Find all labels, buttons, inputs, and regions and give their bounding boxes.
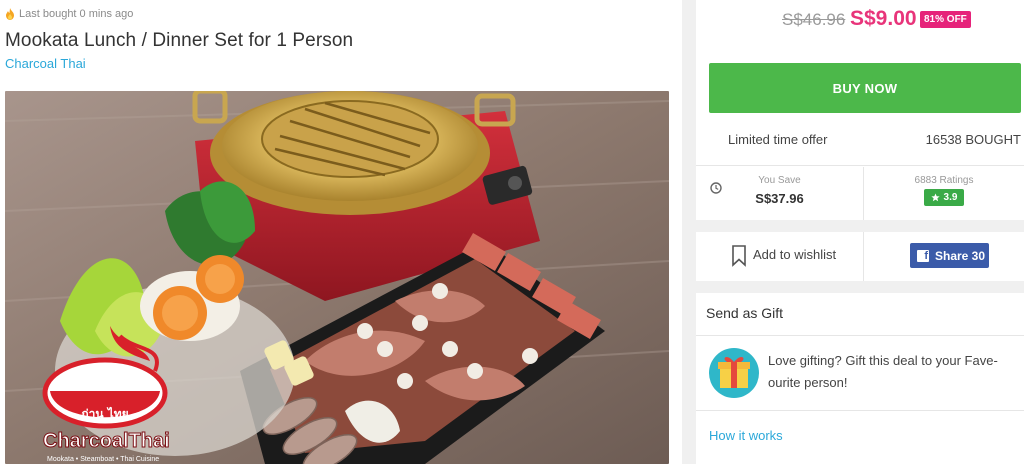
rating-badge[interactable]: 3.9 bbox=[923, 189, 965, 206]
gift-header: Send as Gift bbox=[696, 293, 1024, 336]
share-label: Share 30 bbox=[935, 248, 986, 263]
gift-description: Love gifting? Gift this deal to your Fav… bbox=[768, 353, 998, 390]
original-price: S$46.96 bbox=[782, 10, 846, 29]
fire-icon bbox=[6, 8, 14, 20]
you-save-block: You Save S$37.96 bbox=[696, 167, 864, 220]
price-card: S$46.96 S$9.00 81% OFF bbox=[696, 0, 1024, 48]
logo-thai-text: ถ่าน ไทย bbox=[81, 406, 128, 421]
star-icon bbox=[930, 193, 940, 202]
you-save-label: You Save bbox=[758, 175, 801, 186]
merchant-link[interactable]: Charcoal Thai bbox=[5, 56, 86, 71]
divider bbox=[696, 410, 1024, 411]
gift-icon bbox=[709, 348, 759, 398]
discount-badge: 81% OFF bbox=[920, 11, 971, 28]
rating-value: 3.9 bbox=[943, 192, 958, 203]
facebook-share-button[interactable]: f Share 30 bbox=[910, 243, 989, 268]
deal-sidebar: S$46.96 S$9.00 81% OFF BUY NOW Limited t… bbox=[682, 0, 1024, 464]
deal-hero-image[interactable]: ถ่าน ไทย CharcoalThai Mookata • Steamboa… bbox=[5, 91, 669, 464]
purchase-card: BUY NOW Limited time offer 16538 BOUGHT … bbox=[696, 48, 1024, 220]
last-bought-text: Last bought 0 mins ago bbox=[19, 8, 134, 20]
ratings-count: 6883 Ratings bbox=[914, 175, 974, 186]
buy-now-button[interactable]: BUY NOW bbox=[709, 63, 1021, 113]
logo-tagline: Mookata • Steamboat • Thai Cuisine bbox=[47, 456, 159, 463]
bought-count: 16538 BOUGHT bbox=[925, 132, 1021, 147]
send-gift-card: Send as Gift Love gifting? Gift this dea… bbox=[696, 293, 1024, 464]
how-it-works-link[interactable]: How it works bbox=[709, 428, 783, 443]
facebook-icon: f bbox=[917, 249, 929, 262]
you-save-value: S$37.96 bbox=[755, 191, 804, 206]
wishlist-button[interactable]: Add to wishlist bbox=[696, 232, 864, 281]
wishlist-label: Add to wishlist bbox=[753, 247, 837, 262]
bookmark-icon bbox=[732, 245, 746, 267]
last-bought-note: Last bought 0 mins ago bbox=[5, 8, 133, 20]
page-title: Mookata Lunch / Dinner Set for 1 Person bbox=[5, 30, 354, 51]
mookata-photo: ถ่าน ไทย CharcoalThai Mookata • Steamboa… bbox=[5, 91, 669, 464]
deal-main: Last bought 0 mins ago Mookata Lunch / D… bbox=[0, 0, 682, 464]
limited-offer-label: Limited time offer bbox=[728, 132, 828, 147]
ratings-block[interactable]: 6883 Ratings 3.9 bbox=[864, 167, 1024, 220]
gift-title: Send as Gift bbox=[706, 305, 784, 321]
logo-brand-text: CharcoalThai bbox=[43, 430, 170, 452]
wishlist-share-card: Add to wishlist f Share 30 bbox=[696, 232, 1024, 281]
sale-price: S$9.00 bbox=[850, 7, 917, 30]
